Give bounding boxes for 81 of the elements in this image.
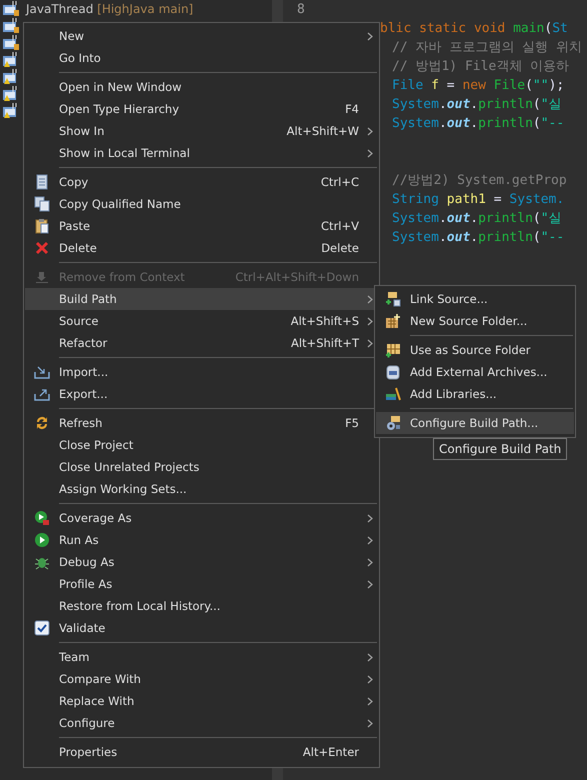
menu-item[interactable]: Close Project [25, 434, 378, 456]
menu-item[interactable]: Open in New Window [25, 76, 378, 98]
menu-item[interactable]: Coverage As [25, 507, 378, 529]
code-line: System.out.println("-- [392, 229, 564, 247]
code-line: //방법2) System.getProp [392, 172, 567, 190]
menu-item[interactable]: Replace With [25, 690, 378, 712]
refresh-icon [34, 415, 50, 431]
menu-item[interactable]: Add External Archives... [376, 361, 574, 383]
import-icon [34, 364, 50, 380]
menu-item[interactable]: Configure Build Path... [376, 412, 574, 434]
menu-item[interactable]: Use as Source Folder [376, 339, 574, 361]
menu-item[interactable]: Copy Ctrl+C [25, 171, 378, 193]
chevron-right-icon [366, 674, 372, 684]
chevron-right-icon [366, 558, 372, 566]
menu-item[interactable]: Source Alt+Shift+S [25, 310, 378, 332]
menu-item[interactable]: Profile As [25, 573, 378, 595]
gear-folder-icon [385, 415, 401, 431]
delete-icon [34, 240, 50, 256]
menu-item[interactable]: Show In Alt+Shift+W [25, 120, 378, 142]
menu-item[interactable]: Show in Local Terminal [25, 142, 378, 164]
chevron-right-icon [366, 32, 372, 40]
folder-link-icon [385, 291, 401, 307]
code-line: blic static void main(St [380, 20, 568, 38]
menu-item[interactable]: Delete Delete [25, 237, 378, 259]
code-line: String path1 = System. [392, 191, 564, 209]
code-line: // 방법1) File객체 이용하 [392, 58, 570, 76]
menu-item[interactable]: Copy Qualified Name [25, 193, 378, 215]
code-line: // 자바 프로그램의 실행 위치 [392, 39, 582, 57]
project-folder-icon [2, 34, 20, 51]
code-line: System.out.println("-- [392, 115, 564, 133]
line-number: 8 [297, 1, 306, 19]
menu-item[interactable]: New Source Folder... [376, 310, 574, 332]
menu-item[interactable]: Debug As [25, 551, 378, 573]
chevron-right-icon [366, 580, 372, 588]
chevron-right-icon [366, 718, 372, 728]
chevron-right-icon [366, 536, 372, 544]
menu-item[interactable]: Link Source... [376, 288, 574, 310]
menu-item[interactable]: Validate [25, 617, 378, 639]
menu-item[interactable]: Export... [25, 383, 378, 405]
chevron-right-icon [366, 148, 372, 158]
coverage-icon [34, 510, 50, 526]
chevron-right-icon [366, 338, 372, 348]
new-folder-icon [385, 313, 401, 329]
chevron-right-icon [366, 126, 372, 136]
jar-icon [385, 364, 401, 380]
menu-item[interactable]: Refactor Alt+Shift+T [25, 332, 378, 354]
copy-icon [34, 196, 50, 212]
menu-item[interactable]: Close Unrelated Projects [25, 456, 378, 478]
project-tree-item[interactable]: JavaThread [HighJava main] [23, 0, 196, 16]
menu-item[interactable]: New [25, 25, 378, 47]
menu-item[interactable]: Configure [25, 712, 378, 734]
code-line: File f = new File(""); [392, 77, 564, 95]
menu-item[interactable]: Add Libraries... [376, 383, 574, 405]
checkbox-icon [34, 620, 50, 636]
menu-item[interactable]: Go Into [25, 47, 378, 69]
menu-item[interactable]: Paste Ctrl+V [25, 215, 378, 237]
chevron-right-icon [366, 294, 372, 304]
books-icon [385, 386, 401, 402]
tooltip: Configure Build Path [433, 438, 568, 460]
menu-item[interactable]: Compare With [25, 668, 378, 690]
chevron-right-icon [366, 652, 372, 662]
chevron-right-icon [366, 696, 372, 706]
menu-item[interactable]: Restore from Local History... [25, 595, 378, 617]
menu-item[interactable]: Open Type Hierarchy F4 [25, 98, 378, 120]
paste-icon [34, 218, 50, 234]
run-icon [34, 532, 50, 548]
menu-item[interactable]: Run As [25, 529, 378, 551]
menu-item[interactable]: Import... [25, 361, 378, 383]
menu-item[interactable]: Refresh F5 [25, 412, 378, 434]
chevron-right-icon [366, 514, 372, 522]
menu-item[interactable]: Properties Alt+Enter [25, 741, 378, 763]
package-folder-icon [385, 342, 401, 358]
menu-item[interactable]: Assign Working Sets... [25, 478, 378, 500]
project-folder-icon [2, 17, 20, 34]
copy-icon [34, 174, 50, 190]
code-line: System.out.println("실 [392, 210, 562, 228]
chevron-right-icon [366, 316, 372, 326]
code-line: System.out.println("실 [392, 96, 562, 114]
project-folder-icon [2, 0, 20, 17]
menu-item[interactable]: Team [25, 646, 378, 668]
down-arrow-icon [34, 269, 50, 285]
